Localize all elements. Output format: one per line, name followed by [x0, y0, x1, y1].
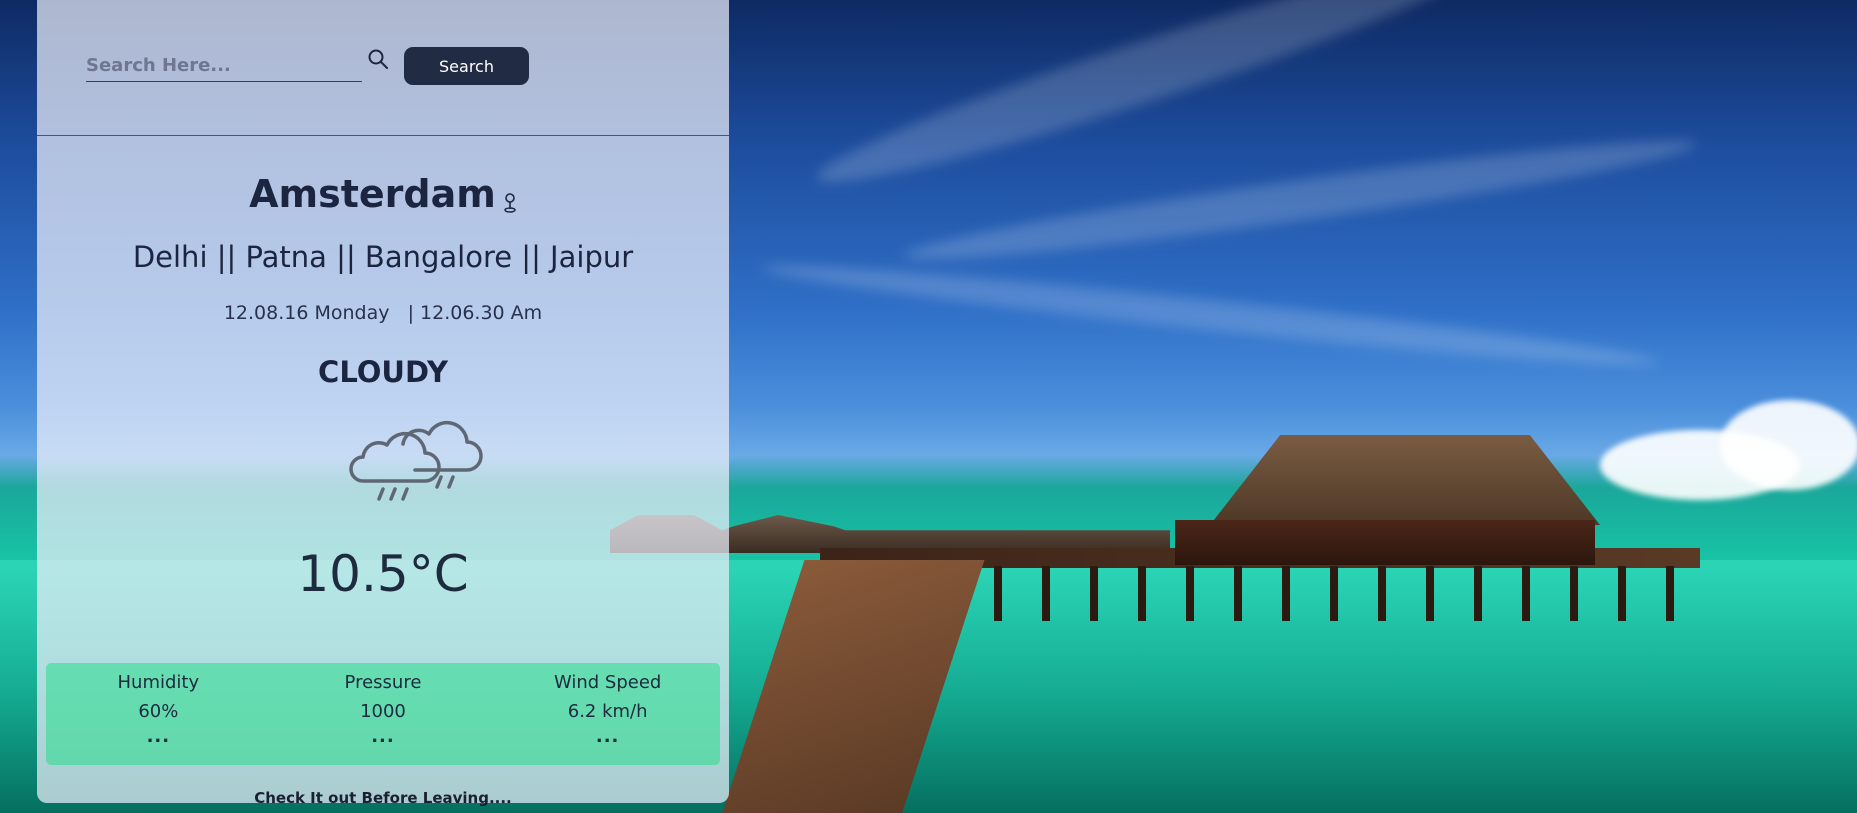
stat-more[interactable]: ... — [58, 726, 258, 747]
search-bar: Search — [86, 47, 529, 85]
stat-humidity: Humidity 60% ... — [58, 663, 258, 747]
divider — [37, 135, 729, 136]
other-cities-list: Delhi || Patna || Bangalore || Jaipur — [132, 240, 634, 274]
location-pin-icon — [504, 192, 516, 213]
stat-more[interactable]: ... — [283, 726, 483, 747]
city-name: Amsterdam — [249, 172, 496, 216]
stat-value: 60% — [138, 701, 179, 722]
stat-more[interactable]: ... — [508, 726, 708, 747]
stat-value: 1000 — [360, 701, 406, 722]
temperature: 10.5°C — [297, 545, 469, 603]
weather-stats: Humidity 60% ... Pressure 1000 ... Wind … — [46, 663, 720, 765]
date-time: 12.08.16 Monday | 12.06.30 Am — [223, 302, 543, 324]
stat-value: 6.2 km/h — [567, 701, 648, 722]
stat-label: Humidity — [117, 672, 200, 693]
search-input[interactable] — [86, 50, 362, 82]
stat-label: Wind Speed — [553, 672, 662, 693]
stat-pressure: Pressure 1000 ... — [283, 663, 483, 747]
weather-panel: Search Amsterdam Delhi || Patna || Banga… — [37, 0, 729, 807]
city-heading: Amsterdam — [37, 172, 729, 216]
weather-condition: CLOUDY — [318, 355, 448, 389]
footer-note: Check It out Before Leaving.... — [254, 789, 512, 807]
stat-wind-speed: Wind Speed 6.2 km/h ... — [508, 663, 708, 747]
rain-cloud-icon — [349, 420, 483, 501]
search-button[interactable]: Search — [404, 47, 529, 85]
search-icon[interactable] — [366, 47, 390, 71]
water-villa — [1210, 435, 1600, 525]
stat-label: Pressure — [344, 672, 422, 693]
